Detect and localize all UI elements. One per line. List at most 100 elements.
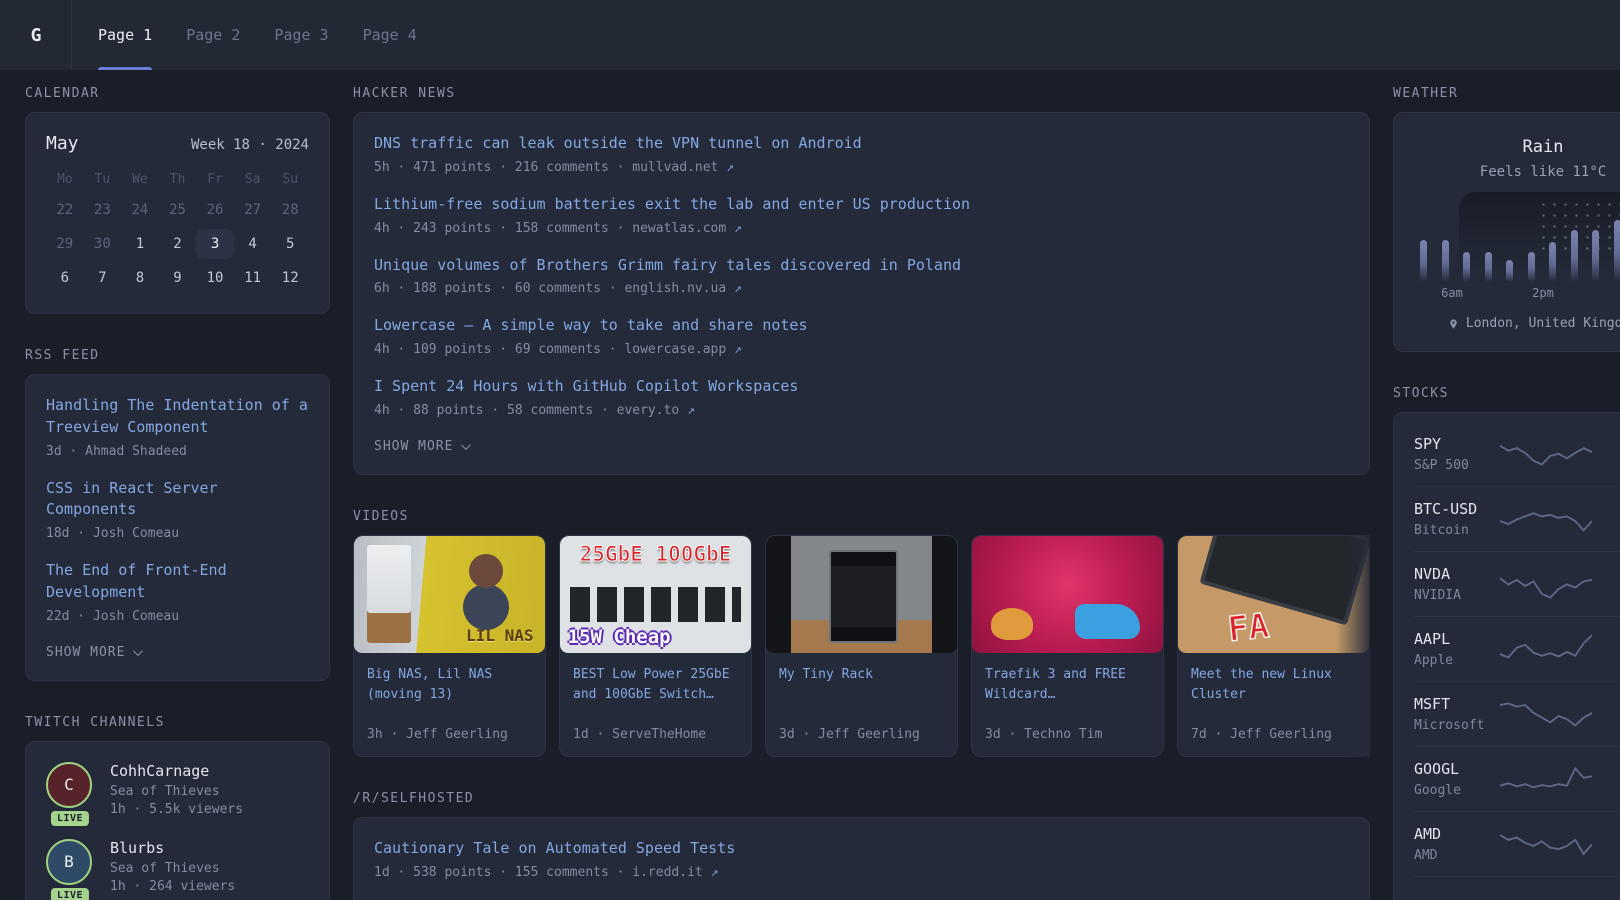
video-title-link[interactable]: BEST Low Power 25GbE and 100GbE Switch… [573, 665, 738, 727]
hn-item: Lithium-free sodium batteries exit the l… [374, 194, 1349, 236]
tab-page-3[interactable]: Page 3 [274, 0, 328, 70]
hn-item-link[interactable]: Lowercase – A simple way to take and sha… [374, 315, 1349, 337]
hn-meta-text: 5h · 471 points · 216 comments · mullvad… [374, 160, 718, 175]
weekday-label: Mo [46, 172, 84, 187]
video-title-link[interactable]: Big NAS, Lil NAS (moving 13) [367, 665, 532, 727]
reddit-item-link[interactable]: Cautionary Tale on Automated Speed Tests [374, 838, 1349, 860]
channel-name[interactable]: CohhCarnage [110, 762, 243, 780]
rss-item: The End of Front-End Development 22d · J… [46, 560, 309, 624]
hn-item: I Spent 24 Hours with GitHub Copilot Wor… [374, 376, 1349, 418]
weather-location: London, United Kingdom [1420, 316, 1620, 331]
stock-sparkline [1500, 630, 1592, 668]
video-card[interactable]: FA Meet the new Linux Cluster 7d · Jeff … [1177, 535, 1370, 757]
weather-feels-like: Feels like 11°C [1420, 164, 1620, 180]
video-meta: 3d · Jeff Geerling [779, 727, 944, 742]
weather-bar [1528, 252, 1535, 282]
calendar-day: 26 [196, 195, 234, 225]
hn-item-link[interactable]: I Spent 24 Hours with GitHub Copilot Wor… [374, 376, 1349, 398]
tab-page-4[interactable]: Page 4 [363, 0, 417, 70]
calendar-day-selected: 3 [196, 229, 234, 259]
stock-row-msft[interactable]: MSFTMicrosoft +2.16%$406.43 [1414, 681, 1620, 746]
weekday-label: Su [271, 172, 309, 187]
stock-row-amd[interactable]: AMDAMD +2.94%$150.45 [1414, 811, 1620, 876]
rss-show-more-button[interactable]: SHOW MORE [46, 645, 140, 660]
reddit-meta-text: 1d · 538 points · 155 comments · i.redd.… [374, 865, 703, 880]
show-more-label: SHOW MORE [374, 439, 453, 454]
stock-symbol: MSFT [1414, 695, 1500, 713]
weekday-label: We [121, 172, 159, 187]
video-meta: 1d · ServeTheHome [573, 727, 738, 742]
hackernews-section: HACKER NEWS DNS traffic can leak outside… [353, 86, 1370, 475]
stock-symbol: NVDA [1414, 565, 1500, 583]
calendar-day: 12 [271, 263, 309, 293]
video-title-link[interactable]: Traefik 3 and FREE Wildcard… [985, 665, 1150, 727]
reddit-item: Cautionary Tale on Automated Speed Tests… [374, 838, 1349, 880]
video-thumbnail[interactable] [766, 536, 957, 653]
stock-row-spy[interactable]: SPYS&P 500 +1.29%$511.57 [1414, 433, 1620, 486]
hn-show-more-button[interactable]: SHOW MORE [374, 439, 468, 454]
external-link-icon[interactable]: ↗ [687, 403, 695, 418]
stock-row-googl[interactable]: GOOGLGoogle +0.10%$166.78 [1414, 746, 1620, 811]
video-card[interactable]: LIL NAS Big NAS, Lil NAS (moving 13) 3h … [353, 535, 546, 757]
video-card[interactable]: My Tiny Rack 3d · Jeff Geerling [765, 535, 958, 757]
video-thumbnail[interactable] [972, 536, 1163, 653]
external-link-icon[interactable]: ↗ [711, 865, 719, 880]
thumbnail-caption: FA [1226, 606, 1271, 650]
video-title-link[interactable]: My Tiny Rack [779, 665, 944, 727]
rss-item-link[interactable]: CSS in React Server Components [46, 478, 309, 522]
stock-symbol: BTC-USD [1414, 500, 1500, 518]
video-title-link[interactable]: Meet the new Linux Cluster [1191, 665, 1356, 727]
external-link-icon[interactable]: ↗ [734, 342, 742, 357]
stock-row-btc-usd[interactable]: BTC-USDBitcoin +4.40%$61,725.48 [1414, 486, 1620, 551]
video-card[interactable]: 25GbE 100GbE 15W Cheap BEST Low Power 25… [559, 535, 752, 757]
hackernews-widget: DNS traffic can leak outside the VPN tun… [353, 112, 1370, 475]
app-logo[interactable]: G [0, 0, 72, 70]
hn-item-link[interactable]: Lithium-free sodium batteries exit the l… [374, 194, 1349, 216]
stocks-section-label: STOCKS [1393, 386, 1620, 401]
tab-page-2[interactable]: Page 2 [186, 0, 240, 70]
video-thumbnail[interactable]: FA [1178, 536, 1369, 653]
twitch-channel-cohhcarnage[interactable]: C LIVE CohhCarnage Sea of Thieves 1h · 5… [46, 762, 309, 817]
stock-row-aapl[interactable]: AAPLApple +6.87%$184.91 [1414, 616, 1620, 681]
external-link-icon[interactable]: ↗ [726, 160, 734, 175]
twitch-section: TWITCH CHANNELS C LIVE CohhCarnage Sea o… [25, 715, 330, 900]
twitch-channel-blurbs[interactable]: B LIVE Blurbs Sea of Thieves 1h · 264 vi… [46, 839, 309, 894]
external-link-icon[interactable]: ↗ [734, 281, 742, 296]
thumbnail-caption: 15W Cheap [568, 626, 671, 648]
rss-item: CSS in React Server Components 18d · Jos… [46, 478, 309, 542]
videos-section: VIDEOS LIL NAS Big NAS, Lil NAS (moving … [353, 509, 1370, 757]
rss-item-link[interactable]: The End of Front-End Development [46, 560, 309, 604]
dashboard: CALENDAR May Week 18 · 2024 MoTuWeThFrSa… [0, 70, 1620, 900]
channel-name[interactable]: Blurbs [110, 839, 235, 857]
calendar-day: 28 [271, 195, 309, 225]
video-thumbnail[interactable]: LIL NAS [354, 536, 545, 653]
hn-meta-text: 4h · 243 points · 158 comments · newatla… [374, 221, 726, 236]
stock-row-rddt[interactable]: RDDT -1.65% [1414, 876, 1620, 900]
calendar-day: 5 [271, 229, 309, 259]
hn-item-meta: 4h · 88 points · 58 comments · every.to … [374, 403, 1349, 418]
hn-item-link[interactable]: Unique volumes of Brothers Grimm fairy t… [374, 255, 1349, 277]
location-pin-icon [1448, 317, 1459, 331]
channel-meta: 1h · 5.5k viewers [110, 802, 243, 817]
hn-item: Unique volumes of Brothers Grimm fairy t… [374, 255, 1349, 297]
stock-symbol: AMD [1414, 825, 1500, 843]
avatar: C [46, 762, 92, 808]
hn-item-link[interactable]: DNS traffic can leak outside the VPN tun… [374, 133, 1349, 155]
right-column: WEATHER Rain Feels like 11°C 12° 6am2pm1… [1393, 86, 1620, 900]
stock-row-nvda[interactable]: NVDANVIDIA +3.52%$888.40 [1414, 551, 1620, 616]
video-thumbnail[interactable]: 25GbE 100GbE 15W Cheap [560, 536, 751, 653]
external-link-icon[interactable]: ↗ [734, 221, 742, 236]
weather-bar [1463, 252, 1470, 282]
stock-change: +6.87% [1592, 630, 1620, 648]
middle-column: HACKER NEWS DNS traffic can leak outside… [353, 86, 1370, 900]
weather-bar [1549, 242, 1556, 282]
weather-bar [1442, 240, 1449, 282]
weather-bar [1614, 220, 1620, 282]
video-card[interactable]: Traefik 3 and FREE Wildcard… 3d · Techno… [971, 535, 1164, 757]
calendar-day: 10 [196, 263, 234, 293]
tab-page-1[interactable]: Page 1 [98, 0, 152, 70]
rss-item-link[interactable]: Handling The Indentation of a Treeview C… [46, 395, 309, 439]
stock-change: +3.52% [1592, 565, 1620, 583]
stock-symbol: GOOGL [1414, 760, 1500, 778]
stock-change: +4.40% [1592, 500, 1620, 518]
